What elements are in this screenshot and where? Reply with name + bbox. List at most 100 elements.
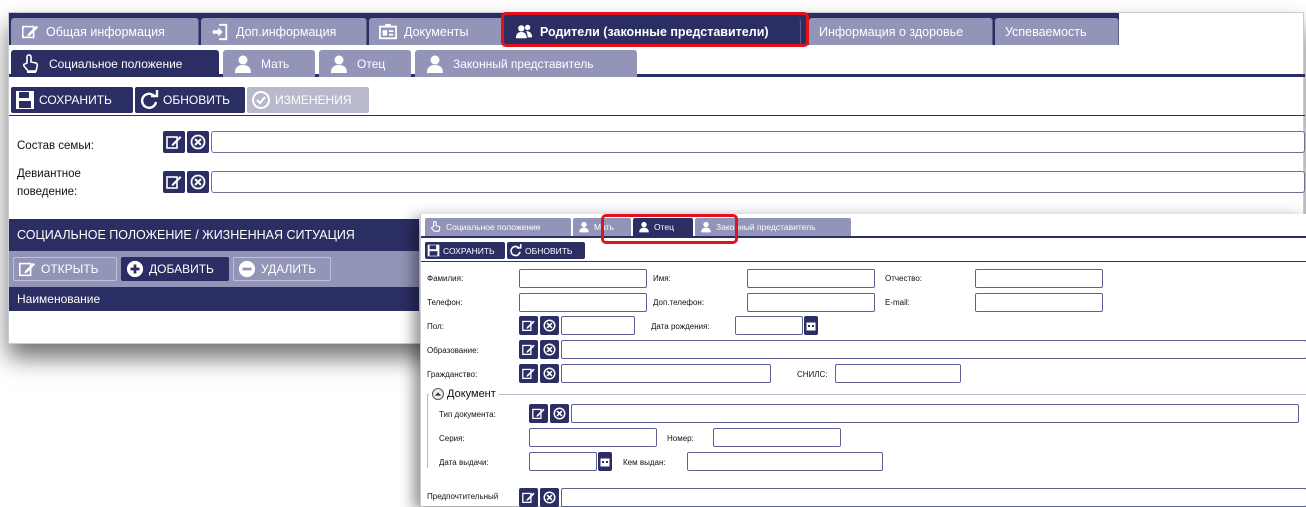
edit-icon [522, 320, 535, 332]
tab-documents[interactable]: Документы [369, 18, 503, 45]
issued-by-label: Кем выдан: [623, 458, 666, 467]
deviant-label-line1: Девиантное [17, 168, 81, 180]
issued-by-input[interactable] [687, 452, 883, 471]
divider [421, 261, 1306, 262]
user-icon [331, 55, 347, 73]
add-label: ДОБАВИТЬ [149, 262, 214, 276]
edit-button[interactable] [163, 171, 185, 193]
tab-label: Документы [404, 24, 469, 39]
surname-input[interactable] [519, 269, 647, 288]
clear-button[interactable] [540, 488, 559, 507]
divider [9, 115, 1305, 116]
edit-button[interactable] [529, 404, 548, 423]
collapse-icon [432, 388, 444, 400]
citizenship-label: Гражданство: [427, 370, 478, 379]
tab-label: Общая информация [46, 24, 165, 39]
sub-tab-bar: Социальное положение Мать Отец Законный … [9, 47, 1305, 77]
close-circle-icon [543, 491, 556, 504]
sign-in-icon [211, 23, 229, 41]
edit-icon [18, 262, 36, 277]
phone-label: Телефон: [427, 298, 463, 307]
subtab-mother[interactable]: Мать [223, 50, 315, 77]
edit-button[interactable] [519, 488, 538, 507]
user-icon [427, 55, 443, 73]
edit-icon [166, 176, 182, 189]
section-title: СОЦИАЛЬНОЕ ПОЛОЖЕНИЕ / ЖИЗНЕННАЯ СИТУАЦИ… [9, 219, 419, 251]
clear-button[interactable] [187, 171, 209, 193]
clear-button[interactable] [540, 316, 559, 335]
tab-label: Социальное положение [446, 222, 541, 232]
patronymic-input[interactable] [975, 269, 1103, 288]
subtab-label: Законный представитель [453, 56, 594, 71]
name-input[interactable] [747, 269, 875, 288]
edit-button[interactable] [163, 131, 185, 153]
changes-button[interactable]: ИЗМЕНЕНИЯ [247, 87, 369, 113]
snils-input[interactable] [835, 364, 961, 383]
family-input[interactable] [211, 131, 1305, 153]
series-input[interactable] [529, 428, 657, 447]
edit-icon [166, 136, 182, 149]
overlay-tab-bar: Социальное положение Мать Отец Законный … [421, 216, 1306, 238]
birthdate-input[interactable] [735, 316, 803, 335]
overlay-save-button[interactable]: СОХРАНИТЬ [425, 242, 505, 259]
calendar-icon [806, 322, 816, 330]
phone2-input[interactable] [747, 293, 875, 312]
surname-label: Фамилия: [427, 274, 464, 283]
close-circle-icon [543, 319, 556, 332]
tab-additional-info[interactable]: Доп.информация [201, 18, 367, 45]
add-button[interactable]: ДОБАВИТЬ [121, 257, 229, 281]
close-circle-icon [190, 174, 206, 190]
subtab-father[interactable]: Отец [319, 50, 411, 77]
refresh-icon [140, 90, 159, 109]
edit-button[interactable] [519, 340, 538, 359]
delete-button[interactable]: УДАЛИТЬ [233, 257, 331, 281]
tab-health-info[interactable]: Информация о здоровье [809, 18, 993, 45]
edit-icon [532, 408, 545, 420]
overlay-tab-social-status[interactable]: Социальное положение [425, 218, 571, 236]
deviant-input[interactable] [211, 171, 1305, 193]
number-input[interactable] [713, 428, 841, 447]
tab-progress[interactable]: Успеваемость [995, 18, 1119, 45]
clear-button[interactable] [187, 131, 209, 153]
doc-type-input[interactable] [571, 404, 1299, 423]
subtab-social-status[interactable]: Социальное положение [11, 50, 219, 77]
edit-button[interactable] [519, 316, 538, 335]
gender-label: Пол: [427, 322, 444, 331]
section-toolbar: ОТКРЫТЬ ДОБАВИТЬ УДАЛИТЬ [9, 251, 419, 287]
open-button[interactable]: ОТКРЫТЬ [13, 257, 117, 281]
citizenship-input[interactable] [561, 364, 771, 383]
tab-label: Информация о здоровье [819, 24, 964, 39]
clear-button[interactable] [550, 404, 569, 423]
refresh-label: ОБНОВИТЬ [163, 93, 231, 107]
tab-label: Доп.информация [236, 24, 337, 39]
father-form-window: Социальное положение Мать Отец Законный … [420, 214, 1306, 507]
id-card-icon [379, 23, 397, 41]
issue-date-input[interactable] [529, 452, 597, 471]
subtab-label: Мать [261, 56, 290, 71]
calendar-button[interactable] [804, 316, 818, 335]
hand-pointer-icon [22, 53, 39, 73]
clock-icon [252, 91, 270, 109]
plus-circle-icon [126, 260, 144, 278]
tab-general-info[interactable]: Общая информация [11, 18, 199, 45]
phone-input[interactable] [519, 293, 647, 312]
clear-button[interactable] [540, 364, 559, 383]
email-input[interactable] [975, 293, 1103, 312]
calendar-button[interactable] [598, 452, 612, 471]
gender-input[interactable] [561, 316, 635, 335]
edit-icon [522, 344, 535, 356]
grid-column-header[interactable]: Наименование [9, 287, 419, 311]
edit-button[interactable] [519, 364, 538, 383]
subtab-legal-rep[interactable]: Законный представитель [415, 50, 637, 77]
refresh-button[interactable]: ОБНОВИТЬ [135, 87, 245, 113]
family-label: Состав семьи: [17, 140, 94, 152]
overlay-refresh-button[interactable]: ОБНОВИТЬ [507, 242, 585, 259]
preferred-input[interactable] [561, 488, 1306, 507]
clear-button[interactable] [540, 340, 559, 359]
minus-circle-icon [238, 260, 256, 278]
save-button[interactable]: СОХРАНИТЬ [11, 87, 133, 113]
education-input[interactable] [561, 340, 1306, 359]
hand-pointer-icon [431, 221, 441, 232]
document-legend[interactable]: Документ [429, 388, 499, 400]
education-label: Образование: [427, 346, 479, 355]
